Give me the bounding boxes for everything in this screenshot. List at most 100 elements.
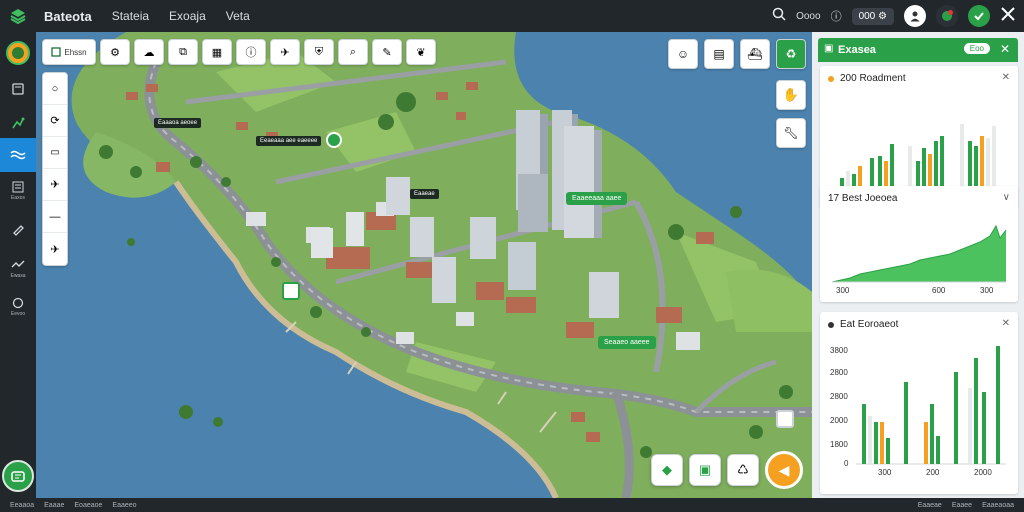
map-label-1[interactable]: Eaaaoa aeoee bbox=[154, 118, 202, 128]
status-item-3[interactable]: Eoaeaoe bbox=[74, 502, 102, 509]
sidebar-item-profile[interactable] bbox=[0, 36, 36, 70]
menu-item-1[interactable]: Stateia bbox=[112, 9, 149, 23]
status-item-4[interactable]: Eaaeeo bbox=[112, 502, 136, 509]
map-side-tools: ○ ⟳ ▭ ✈ — ✈ bbox=[42, 72, 68, 266]
tool-search[interactable]: ⌕ bbox=[338, 39, 368, 65]
status-right-3[interactable]: Eaaeaoaa bbox=[982, 502, 1014, 509]
search-icon[interactable] bbox=[772, 7, 786, 26]
plane-icon: ✈ bbox=[50, 179, 60, 191]
card-3-x-label-3: 2000 bbox=[974, 468, 992, 477]
rotate-tool[interactable]: ⟳ bbox=[43, 105, 67, 137]
status-item-1[interactable]: Eeaaoa bbox=[10, 502, 34, 509]
menu-item-2[interactable]: Exoaja bbox=[169, 9, 206, 23]
card-3-y-label-1: 3800 bbox=[830, 346, 848, 355]
navigate-tool[interactable]: ✈ bbox=[43, 233, 67, 265]
panel-logo-icon: ▣ bbox=[824, 43, 834, 54]
user-avatar[interactable] bbox=[904, 5, 926, 27]
map-pin-1[interactable] bbox=[326, 132, 342, 148]
edit-icon: ✎ bbox=[382, 46, 392, 59]
status-bar: Eeaaoa Eaaae Eoaeaoe Eaaeeo Eaaeae Eaaee… bbox=[0, 498, 1024, 512]
car-tool[interactable]: ▭ bbox=[43, 137, 67, 169]
bottom-tool-play[interactable]: ◀ bbox=[765, 451, 803, 489]
status-item-2[interactable]: Eaaae bbox=[44, 502, 64, 509]
tool-layer[interactable]: ⧉ bbox=[168, 39, 198, 65]
clipboard-icon: ▤ bbox=[713, 47, 725, 61]
app-logo-icon[interactable] bbox=[0, 0, 36, 32]
tool-ehssn[interactable]: Ehssn bbox=[42, 39, 96, 65]
chart-card-2: 17 Best Joeoea ∨ 300 600 300 bbox=[820, 186, 1018, 302]
layer-icon: ⧉ bbox=[179, 45, 187, 58]
bottom-tool-money[interactable]: ▣ bbox=[689, 454, 721, 486]
sidebar-item-pen[interactable] bbox=[0, 212, 36, 246]
info-icon[interactable]: ⓘ bbox=[831, 8, 842, 24]
layers-icon bbox=[12, 83, 24, 95]
water-icon bbox=[10, 150, 26, 160]
tool-tool[interactable]: ✈ bbox=[270, 39, 300, 65]
sidebar-item-layers[interactable] bbox=[0, 72, 36, 106]
sidebar-label-wave: Ewasa bbox=[10, 273, 26, 279]
circle-tool[interactable]: ○ bbox=[43, 73, 67, 105]
tool-settings[interactable]: ⚙ bbox=[100, 39, 130, 65]
tool-info[interactable]: ⓘ bbox=[236, 39, 266, 65]
tool-leaf[interactable]: ❦ bbox=[406, 39, 436, 65]
sidebar-item-document[interactable]: Eaxos bbox=[0, 174, 36, 208]
settings-icon: ⚙ bbox=[110, 46, 120, 59]
sidebar-item-history[interactable]: Eevoo bbox=[0, 290, 36, 324]
status-right-1[interactable]: Eaaeae bbox=[918, 502, 942, 509]
tool-face[interactable]: ☺ bbox=[668, 39, 698, 69]
app-window: Bateota Stateia Exoaja Veta Oooo ⓘ 000 ⚙ bbox=[0, 0, 1024, 512]
tool-ship[interactable]: ⛴ bbox=[740, 39, 770, 69]
status-right-2[interactable]: Eaaee bbox=[952, 502, 972, 509]
sidebar-label-history: Eevoo bbox=[10, 311, 26, 317]
map-toolbar: Ehssn ⚙ ☁ ⧉ ▦ ⓘ ✈ ⛨ ⌕ ✎ ❦ bbox=[42, 39, 436, 67]
shield-icon: ⛨ bbox=[314, 45, 324, 58]
tool-clipboard[interactable]: ▤ bbox=[704, 39, 734, 69]
menu-item-3[interactable]: Veta bbox=[226, 9, 250, 23]
map-viewport[interactable]: Ehssn ⚙ ☁ ⧉ ▦ ⓘ ✈ ⛨ ⌕ ✎ ❦ ○ ⟳ ▭ ✈ — ✈ ☺ … bbox=[36, 32, 812, 498]
map-label-4[interactable]: Eaaeeaaa aaee bbox=[566, 192, 628, 205]
check-icon[interactable] bbox=[968, 5, 990, 27]
sidebar-item-water[interactable] bbox=[0, 138, 36, 172]
zoom-pill[interactable]: 000 ⚙ bbox=[851, 7, 894, 25]
gear-icon: ⚙ bbox=[878, 10, 887, 22]
zoom-pill-value: 000 bbox=[858, 10, 876, 22]
notification-icon[interactable] bbox=[936, 5, 958, 27]
sidebar-item-wave[interactable]: Ewasa bbox=[0, 252, 36, 286]
panel-close-icon[interactable]: ✕ bbox=[1000, 42, 1010, 56]
card-3-y-label-6: 0 bbox=[844, 459, 849, 468]
tool-edit[interactable]: ✎ bbox=[372, 39, 402, 65]
tool-wrench[interactable]: 🔧︎ bbox=[776, 118, 806, 148]
sidebar-item-route[interactable] bbox=[0, 106, 36, 140]
car-icon: ▭ bbox=[50, 147, 60, 158]
map-right-tools: ☺ ▤ ⛴ ♻ bbox=[668, 39, 806, 69]
ship-icon: ⛴ bbox=[747, 47, 763, 61]
card-3-y-label-5: 1800 bbox=[830, 440, 848, 449]
zoom-out-tool[interactable]: — bbox=[43, 201, 67, 233]
panel-badge[interactable]: Eoo bbox=[963, 43, 990, 54]
minus-icon: — bbox=[49, 210, 61, 223]
recycle-icon: ♺ bbox=[737, 462, 749, 477]
tool-ecology[interactable]: ♻ bbox=[776, 39, 806, 69]
close-window-icon[interactable] bbox=[1000, 6, 1016, 27]
top-bar: Bateota Stateia Exoaja Veta Oooo ⓘ 000 ⚙ bbox=[0, 0, 1024, 32]
map-label-5[interactable]: Seaaeo aaeee bbox=[598, 336, 656, 349]
wave-icon bbox=[11, 260, 25, 268]
sidebar-label-document: Eaxos bbox=[11, 195, 25, 201]
building-icon bbox=[51, 47, 62, 57]
info-icon: ⓘ bbox=[245, 47, 257, 59]
assistant-button[interactable] bbox=[2, 460, 34, 492]
plane-tool[interactable]: ✈ bbox=[43, 169, 67, 201]
bottom-tool-layers[interactable]: ◆ bbox=[651, 454, 683, 486]
tool-map[interactable]: ▦ bbox=[202, 39, 232, 65]
tool-shield[interactable]: ⛨ bbox=[304, 39, 334, 65]
map-marker-square[interactable] bbox=[282, 282, 300, 300]
tool-hand[interactable]: ✋ bbox=[776, 80, 806, 110]
map-label-2[interactable]: Eeaeaaa aee eaeeee bbox=[256, 136, 322, 146]
face-icon: ☺ bbox=[676, 47, 690, 61]
document-icon bbox=[12, 181, 24, 193]
map-label-3[interactable]: Eaaeae bbox=[410, 189, 439, 199]
map-marker-gallery[interactable] bbox=[776, 410, 794, 428]
tool-cloud[interactable]: ☁ bbox=[134, 39, 164, 65]
grid-icon bbox=[11, 471, 25, 482]
bottom-tool-recycle[interactable]: ♺ bbox=[727, 454, 759, 486]
